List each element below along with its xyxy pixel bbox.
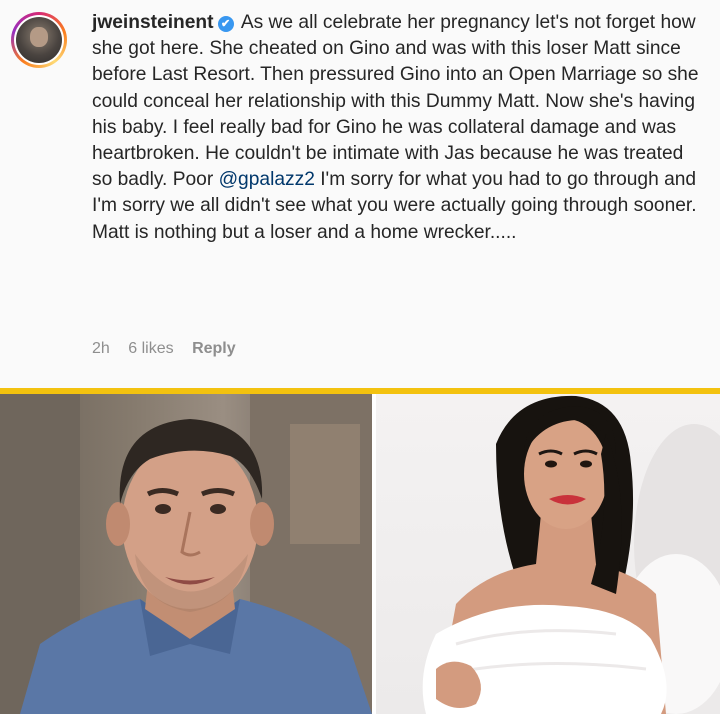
comment-time: 2h: [92, 340, 110, 357]
man-illustration: [0, 394, 372, 714]
woman-illustration: [422, 395, 720, 714]
instagram-comment: jweinsteinent ✔ As we all celebrate her p…: [0, 0, 720, 388]
profile-avatar[interactable]: [11, 12, 67, 68]
comment-username[interactable]: jweinsteinent: [92, 12, 214, 33]
man-photo: [0, 394, 372, 714]
comment-text-part1: As we all celebrate her pregnancy let's …: [92, 12, 699, 191]
woman-photo: [376, 394, 720, 714]
comment-mention-link[interactable]: @gpalazz2: [219, 169, 315, 190]
verified-badge-icon: ✔: [217, 16, 234, 32]
comment-likes[interactable]: 6 likes: [128, 340, 173, 357]
avatar-frame: [14, 15, 64, 65]
comment-meta: 2h 6 likes Reply: [92, 340, 250, 358]
avatar-image: [16, 17, 62, 63]
comment-body: jweinsteinent ✔ As we all celebrate her p…: [92, 10, 708, 246]
reply-button[interactable]: Reply: [192, 340, 236, 357]
